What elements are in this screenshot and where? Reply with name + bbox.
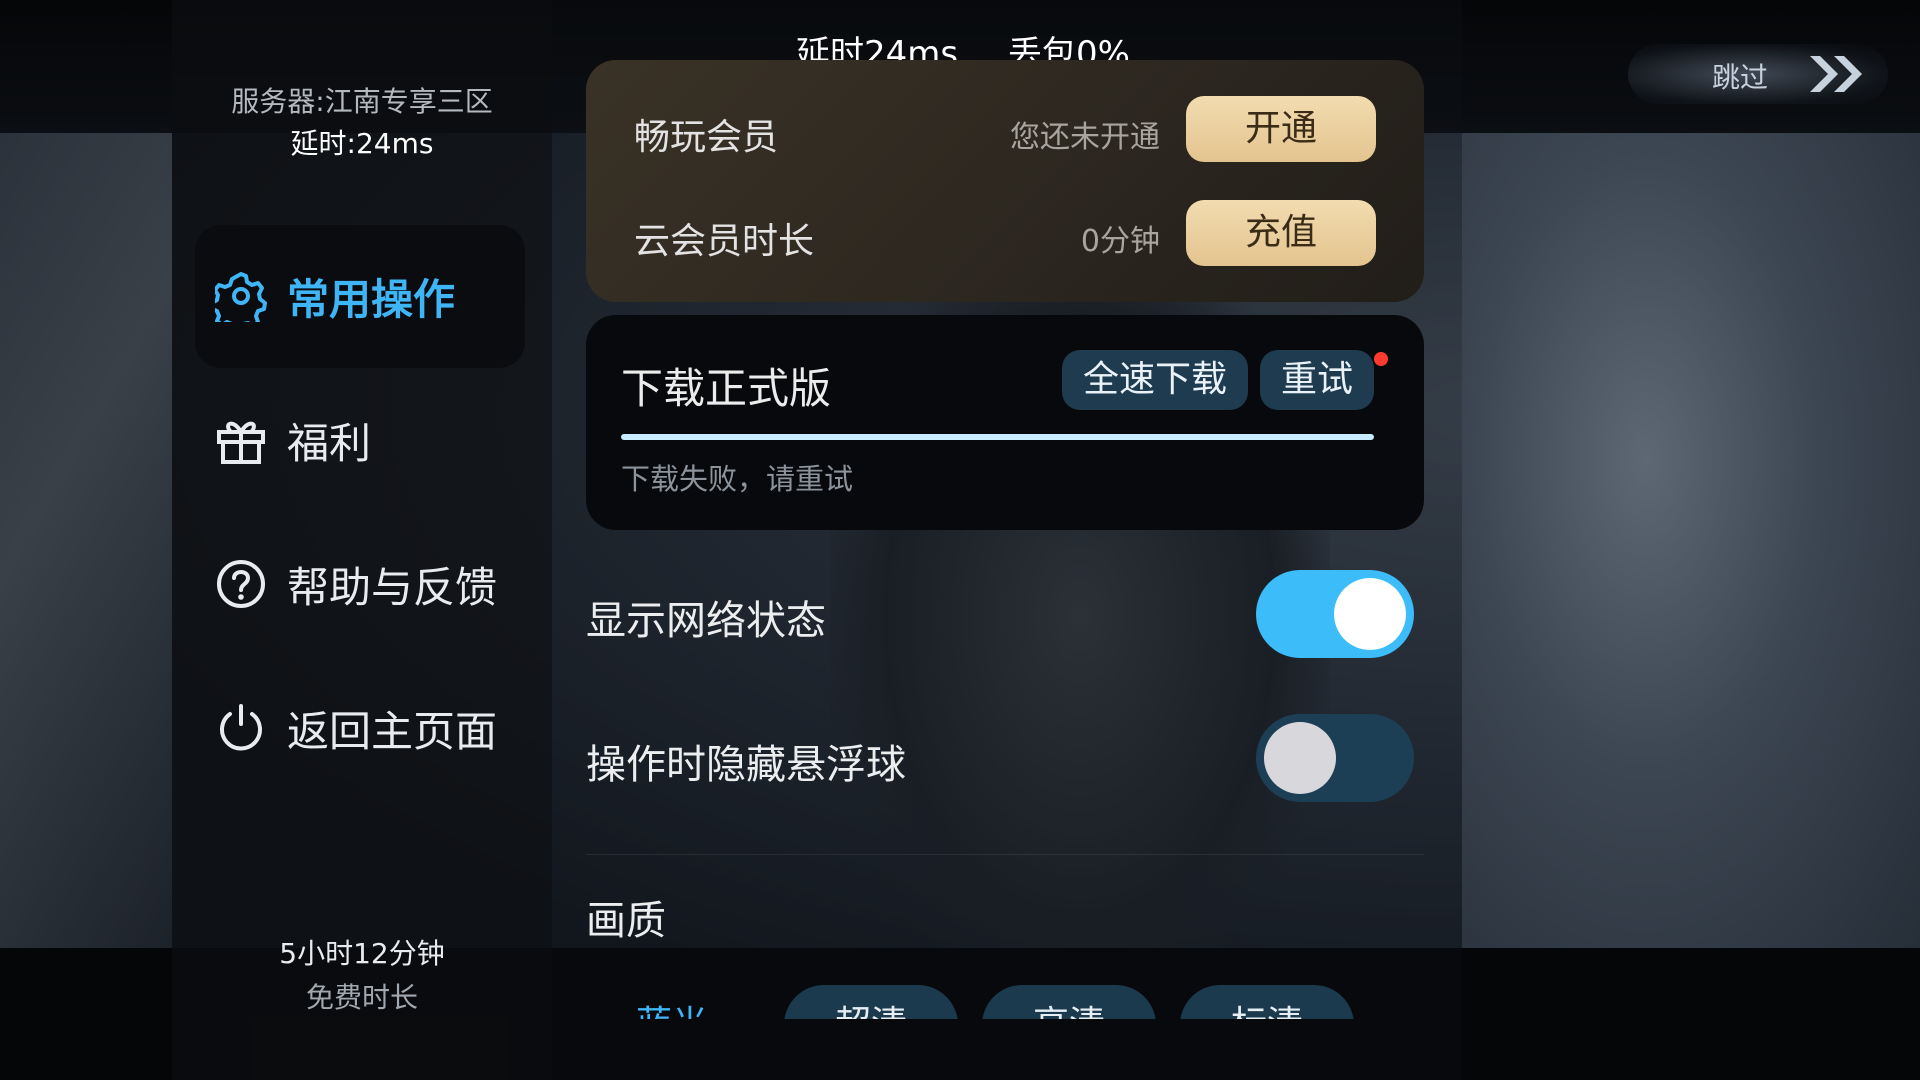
server-name: 服务器:江南专享三区 <box>231 85 493 118</box>
nav-item-common[interactable]: 常用操作 <box>215 266 455 326</box>
gift-icon <box>215 414 267 466</box>
nav-item-home[interactable]: 返回主页面 <box>215 698 497 758</box>
retry-button[interactable]: 重试 <box>1260 350 1374 410</box>
hide-float-ball-label: 操作时隐藏悬浮球 <box>586 742 906 788</box>
open-vip-button[interactable]: 开通 <box>1186 96 1376 162</box>
gear-icon <box>215 270 267 322</box>
power-icon <box>215 702 267 754</box>
download-title: 下载正式版 <box>621 364 832 413</box>
recharge-button[interactable]: 充值 <box>1186 200 1376 266</box>
toggle-knob <box>1264 722 1336 794</box>
nav-item-benefits[interactable]: 福利 <box>215 410 371 470</box>
free-time-label: 免费时长 <box>305 981 418 1014</box>
nav-item-label: 帮助与反馈 <box>287 562 498 612</box>
quality-option-ultra[interactable]: 超清 <box>784 985 958 1019</box>
free-time-value: 5小时12分钟 <box>279 937 445 970</box>
show-network-label: 显示网络状态 <box>586 598 826 644</box>
full-speed-download-button[interactable]: 全速下载 <box>1062 350 1248 410</box>
double-chevron-right-icon <box>1806 52 1868 106</box>
quality-title: 画质 <box>586 898 666 944</box>
background-right <box>1462 133 1920 948</box>
hide-float-ball-toggle[interactable] <box>1256 714 1414 802</box>
notification-dot <box>1374 352 1388 366</box>
side-panel <box>172 0 552 1080</box>
nav-item-label: 常用操作 <box>287 274 456 324</box>
toggle-knob <box>1334 578 1406 650</box>
nav-item-help[interactable]: 帮助与反馈 <box>215 554 497 614</box>
background-left <box>0 133 172 948</box>
download-progress-bar <box>621 434 1374 440</box>
vip-status: 您还未开通 <box>1010 120 1160 155</box>
quality-option-standard[interactable]: 标清 <box>1180 985 1354 1019</box>
cloud-time-value: 0分钟 <box>1080 224 1160 259</box>
help-icon <box>215 558 267 610</box>
skip-label: 跳过 <box>1712 61 1769 94</box>
download-progress-fill <box>621 434 1374 440</box>
skip-button[interactable]: 跳过 <box>1628 44 1888 104</box>
server-delay: 延时:24ms <box>290 127 434 160</box>
quality-option-high[interactable]: 高清 <box>982 985 1156 1019</box>
vip-label: 畅玩会员 <box>634 117 779 158</box>
cloud-time-label: 云会员时长 <box>634 221 815 262</box>
quality-option-bluray[interactable]: 蓝光 <box>636 985 708 1019</box>
show-network-toggle[interactable] <box>1256 570 1414 658</box>
quality-options: 蓝光 超清 高清 标清 <box>586 985 1424 1019</box>
nav-item-label: 福利 <box>287 418 372 468</box>
divider <box>586 854 1424 855</box>
nav-item-label: 返回主页面 <box>287 706 498 756</box>
download-error-text: 下载失败，请重试 <box>621 462 854 496</box>
